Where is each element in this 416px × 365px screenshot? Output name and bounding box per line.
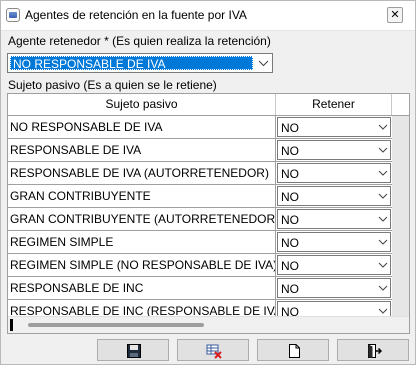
sujeto-pasivo-cell[interactable]: REGIMEN SIMPLE bbox=[8, 231, 276, 254]
empty-cell bbox=[392, 139, 409, 162]
retener-select-box[interactable]: NO bbox=[277, 140, 391, 160]
sujeto-pasivo-cell[interactable]: REGIMEN SIMPLE (NO RESPONSABLE DE IVA) bbox=[8, 254, 276, 277]
chevron-down-icon[interactable] bbox=[378, 145, 388, 155]
new-document-button[interactable] bbox=[257, 339, 329, 361]
chevron-down-icon[interactable] bbox=[378, 214, 388, 224]
empty-cell bbox=[392, 208, 409, 231]
chevron-down-icon[interactable] bbox=[378, 191, 388, 201]
empty-cell bbox=[392, 116, 409, 139]
empty-cell bbox=[392, 231, 409, 254]
column-header-retener[interactable]: Retener bbox=[276, 94, 392, 115]
agente-retenedor-label: Agente retenedor * (Es quien realiza la … bbox=[8, 34, 271, 48]
retener-value: NO bbox=[281, 213, 299, 227]
sujeto-pasivo-cell[interactable]: RESPONSABLE DE IVA bbox=[8, 139, 276, 162]
table-row[interactable]: RESPONSABLE DE IVA (AUTORRETENEDOR) NO bbox=[8, 162, 409, 185]
cursor-marker bbox=[10, 319, 13, 331]
chevron-down-icon[interactable] bbox=[378, 168, 388, 178]
retener-select[interactable]: NO bbox=[276, 277, 392, 300]
table-row[interactable]: REGIMEN SIMPLE (NO RESPONSABLE DE IVA) NO bbox=[8, 254, 409, 277]
sujeto-pasivo-cell[interactable]: GRAN CONTRIBUYENTE bbox=[8, 185, 276, 208]
retener-select-box[interactable]: NO bbox=[277, 186, 391, 206]
retener-value: NO bbox=[281, 144, 299, 158]
retener-select-box[interactable]: NO bbox=[277, 255, 391, 275]
sujeto-pasivo-cell[interactable]: GRAN CONTRIBUYENTE (AUTORRETENEDOR) bbox=[8, 208, 276, 231]
exit-button[interactable] bbox=[337, 339, 409, 361]
chevron-down-icon[interactable] bbox=[378, 237, 388, 247]
chevron-down-icon[interactable] bbox=[378, 122, 388, 132]
grid-header: Sujeto pasivo Retener bbox=[8, 94, 409, 116]
empty-cell bbox=[392, 277, 409, 300]
retener-value: NO bbox=[281, 121, 299, 135]
chevron-down-icon[interactable] bbox=[378, 306, 388, 316]
table-row[interactable]: GRAN CONTRIBUYENTE (AUTORRETENEDOR) NO bbox=[8, 208, 409, 231]
retener-select[interactable]: NO bbox=[276, 254, 392, 277]
sujeto-pasivo-grid: Sujeto pasivo Retener NO RESPONSABLE DE … bbox=[7, 93, 410, 334]
empty-cell bbox=[392, 162, 409, 185]
retener-value: NO bbox=[281, 190, 299, 204]
retener-select[interactable]: NO bbox=[276, 162, 392, 185]
cancel-edit-icon bbox=[206, 344, 222, 359]
cancel-edit-button[interactable] bbox=[177, 339, 249, 361]
retener-value: NO bbox=[281, 259, 299, 273]
sujeto-pasivo-cell[interactable]: RESPONSABLE DE IVA (AUTORRETENEDOR) bbox=[8, 162, 276, 185]
agente-retenedor-value: NO RESPONSABLE DE IVA bbox=[10, 56, 253, 70]
retener-select-box[interactable]: NO bbox=[277, 163, 391, 183]
retener-select[interactable]: NO bbox=[276, 116, 392, 139]
close-button[interactable]: ✕ bbox=[387, 7, 403, 23]
dialog-window: Agentes de retención en la fuente por IV… bbox=[0, 0, 416, 365]
agente-retenedor-select[interactable]: NO RESPONSABLE DE IVA bbox=[7, 53, 273, 73]
exit-icon bbox=[368, 344, 382, 358]
retener-value: NO bbox=[281, 282, 299, 296]
empty-cell bbox=[392, 254, 409, 277]
app-icon bbox=[6, 8, 20, 22]
save-icon bbox=[127, 344, 141, 358]
table-row[interactable]: GRAN CONTRIBUYENTE NO bbox=[8, 185, 409, 208]
table-row[interactable]: RESPONSABLE DE INC NO bbox=[8, 277, 409, 300]
retener-select[interactable]: NO bbox=[276, 185, 392, 208]
table-row[interactable]: NO RESPONSABLE DE IVA NO bbox=[8, 116, 409, 139]
retener-select[interactable]: NO bbox=[276, 139, 392, 162]
empty-cell bbox=[392, 185, 409, 208]
scrollbar-thumb[interactable] bbox=[28, 323, 204, 327]
sujeto-pasivo-label: Sujeto pasivo (Es a quien se le retiene) bbox=[8, 78, 217, 92]
sujeto-pasivo-cell[interactable]: RESPONSABLE DE INC bbox=[8, 277, 276, 300]
horizontal-scrollbar[interactable] bbox=[8, 316, 409, 333]
retener-select-box[interactable]: NO bbox=[277, 232, 391, 252]
chevron-down-icon[interactable] bbox=[255, 54, 272, 72]
retener-select-box[interactable]: NO bbox=[277, 117, 391, 137]
retener-value: NO bbox=[281, 236, 299, 250]
column-header-sujeto-pasivo[interactable]: Sujeto pasivo bbox=[8, 94, 276, 115]
sujeto-pasivo-cell[interactable]: NO RESPONSABLE DE IVA bbox=[8, 116, 276, 139]
retener-select[interactable]: NO bbox=[276, 208, 392, 231]
chevron-down-icon[interactable] bbox=[378, 283, 388, 293]
retener-select[interactable]: NO bbox=[276, 231, 392, 254]
save-button[interactable] bbox=[97, 339, 169, 361]
grid-rows: NO RESPONSABLE DE IVA NO RESPONSABLE DE IV… bbox=[8, 116, 409, 323]
table-row[interactable]: REGIMEN SIMPLE NO bbox=[8, 231, 409, 254]
retener-select-box[interactable]: NO bbox=[277, 278, 391, 298]
chevron-down-icon[interactable] bbox=[378, 260, 388, 270]
table-row[interactable]: RESPONSABLE DE IVA NO bbox=[8, 139, 409, 162]
title-bar: Agentes de retención en la fuente por IV… bbox=[1, 1, 415, 31]
window-title: Agentes de retención en la fuente por IV… bbox=[25, 8, 247, 22]
retener-value: NO bbox=[281, 167, 299, 181]
retener-select-box[interactable]: NO bbox=[277, 209, 391, 229]
new-document-icon bbox=[289, 344, 300, 358]
